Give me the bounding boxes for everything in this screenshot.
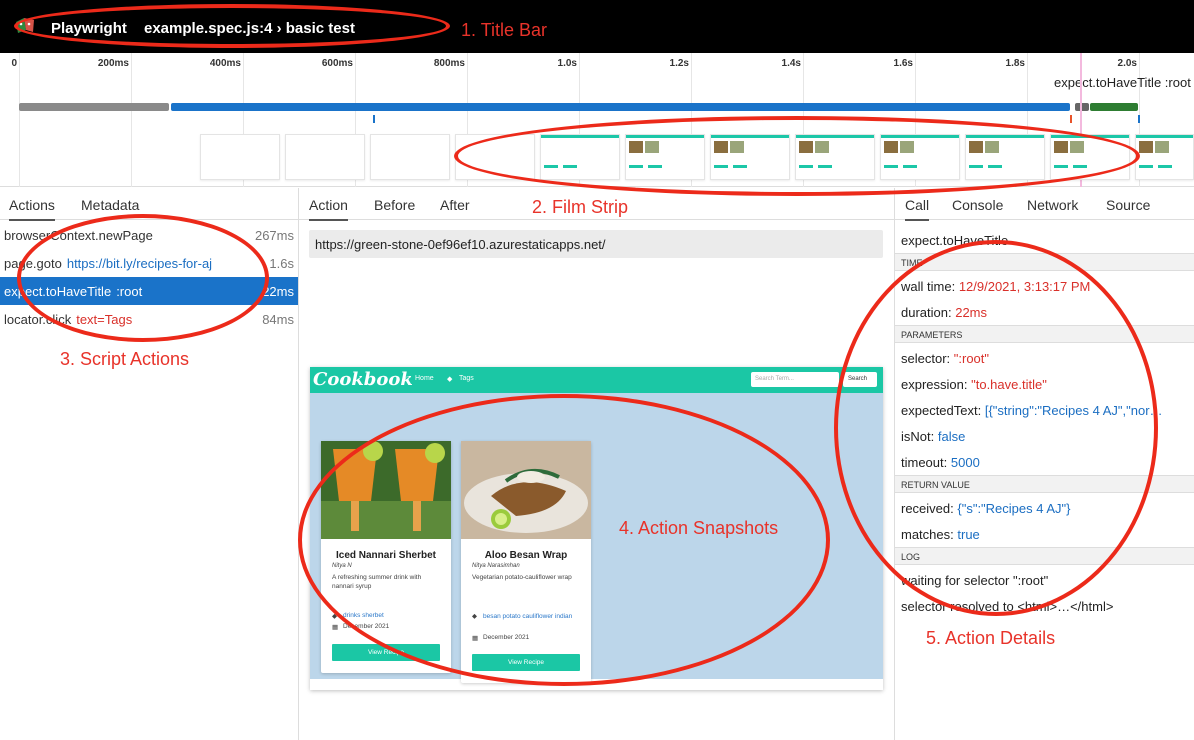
timeline-bar-newpage[interactable] <box>19 103 169 111</box>
timeline-bar-expect[interactable] <box>1075 103 1089 111</box>
tag-icon: ◆ <box>447 376 453 383</box>
action-duration: 1.6s <box>269 256 294 271</box>
timeline-bar-goto[interactable] <box>171 103 1070 111</box>
timeline-hover-label: expect.toHaveTitle :root <box>1054 75 1191 90</box>
tab-actions[interactable]: Actions <box>9 197 55 221</box>
film-frame[interactable] <box>1135 134 1194 180</box>
snapshot-url-bar: https://green-stone-0ef96ef10.azurestati… <box>309 230 883 258</box>
film-frame[interactable] <box>370 134 450 180</box>
timeline-tick: 0 <box>11 58 17 69</box>
tab-action[interactable]: Action <box>309 197 348 221</box>
home-icon: ⌂ <box>405 375 410 382</box>
snapshot-navbar: Cookbook ⌂ Home ◆ Tags Search Term... Se… <box>310 367 883 393</box>
annotation-oval-film-strip <box>454 116 1140 196</box>
timeline-tick: 400ms <box>209 58 241 69</box>
annotation-script-actions: 3. Script Actions <box>60 349 190 369</box>
action-duration: 84ms <box>262 312 294 327</box>
annotation-oval-action-snapshots <box>298 394 830 686</box>
annotation-oval-action-details <box>834 240 1158 616</box>
timeline-marker <box>1138 115 1140 123</box>
tab-after[interactable]: After <box>440 197 470 213</box>
nav-tags-link[interactable]: Tags <box>459 375 474 382</box>
timeline-marker <box>1070 115 1072 123</box>
details-tabbar: Call Console Network Source <box>895 188 1194 221</box>
calendar-icon: ▦ <box>332 624 339 631</box>
annotation-oval-script-actions <box>17 214 269 342</box>
snapshot-search-input[interactable]: Search Term... <box>751 372 839 387</box>
film-frame[interactable] <box>285 134 365 180</box>
action-duration: 267ms <box>254 228 294 243</box>
annotation-action-snapshots: 4. Action Snapshots <box>619 518 779 538</box>
tab-source[interactable]: Source <box>1106 197 1150 213</box>
annotation-action-details: 5. Action Details <box>926 628 1056 648</box>
timeline-tick: 2.0s <box>1117 58 1137 69</box>
timeline-tick: 200ms <box>97 58 129 69</box>
timeline-gridline <box>131 53 132 187</box>
timeline-tick: 600ms <box>321 58 353 69</box>
timeline-tick: 1.2s <box>669 58 689 69</box>
timeline-tick: 1.6s <box>893 58 913 69</box>
tab-console[interactable]: Console <box>952 197 1003 213</box>
timeline-tick: 1.0s <box>557 58 577 69</box>
snapshot-brand: Cookbook <box>313 369 413 390</box>
tab-call[interactable]: Call <box>905 197 930 221</box>
panel-divider[interactable] <box>298 188 299 740</box>
nav-home-link[interactable]: Home <box>415 375 434 382</box>
timeline-gridline <box>19 53 20 187</box>
annotation-film-strip: 2. Film Strip <box>532 197 629 217</box>
timeline-tick: 800ms <box>433 58 465 69</box>
annotation-oval-title-bar <box>14 4 450 48</box>
tab-before[interactable]: Before <box>374 197 415 213</box>
timeline-tick: 1.4s <box>781 58 801 69</box>
timeline-marker <box>373 115 375 123</box>
film-frame[interactable] <box>200 134 280 180</box>
tab-metadata[interactable]: Metadata <box>81 197 139 213</box>
timeline-bar-click[interactable] <box>1090 103 1138 111</box>
tab-network[interactable]: Network <box>1027 197 1078 213</box>
timeline-tick: 1.8s <box>1005 58 1025 69</box>
annotation-title-bar: 1. Title Bar <box>461 20 548 40</box>
